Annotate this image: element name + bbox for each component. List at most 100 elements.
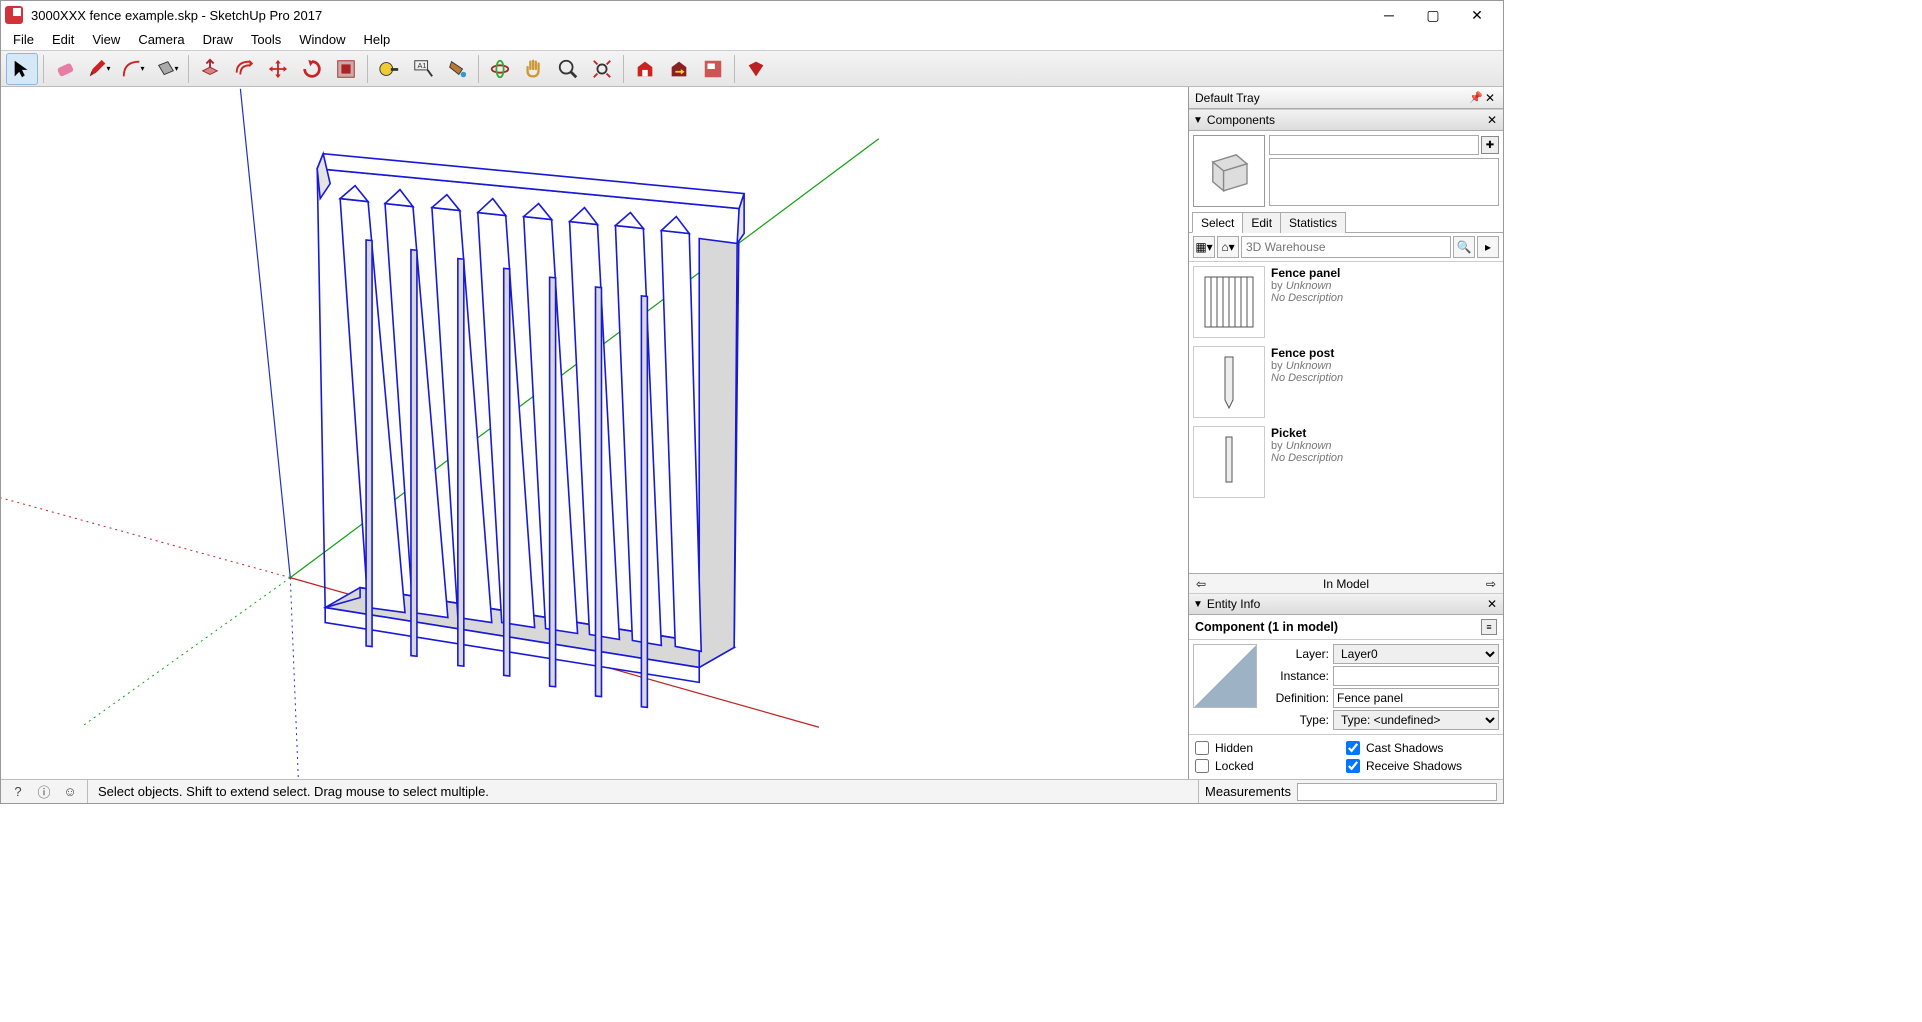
tab-select[interactable]: Select bbox=[1192, 212, 1243, 233]
tray-title: Default Tray bbox=[1195, 91, 1260, 105]
component-item[interactable]: Fence panel by Unknown No Description bbox=[1189, 262, 1503, 342]
statusbar: ? ⓘ ☺ Select objects. Shift to extend se… bbox=[1, 779, 1503, 803]
tray-header[interactable]: Default Tray 📌 ✕ bbox=[1189, 87, 1503, 109]
help-icon[interactable]: ? bbox=[9, 783, 27, 801]
chevron-down-icon: ▼ bbox=[1193, 599, 1203, 610]
locked-checkbox-label[interactable]: Locked bbox=[1195, 759, 1346, 773]
menu-help[interactable]: Help bbox=[356, 30, 399, 49]
person-icon[interactable]: ☺ bbox=[61, 783, 79, 801]
selected-component-thumbnail[interactable] bbox=[1193, 135, 1265, 207]
components-searchbar: ▦▾ ⌂▾ 🔍 ▸ bbox=[1189, 233, 1503, 262]
menu-edit[interactable]: Edit bbox=[44, 30, 82, 49]
menu-draw[interactable]: Draw bbox=[195, 30, 241, 49]
tool-ruby[interactable] bbox=[740, 53, 772, 85]
pin-icon[interactable]: 📌 bbox=[1469, 91, 1481, 104]
components-list[interactable]: Fence panel by Unknown No Description Fe… bbox=[1189, 262, 1503, 573]
menu-file[interactable]: File bbox=[5, 30, 42, 49]
tool-text[interactable]: A1 bbox=[407, 53, 439, 85]
component-thumbnail bbox=[1193, 266, 1265, 338]
hidden-checkbox-label[interactable]: Hidden bbox=[1195, 741, 1346, 755]
type-select[interactable]: Type: <undefined> bbox=[1333, 710, 1499, 730]
measurements-input[interactable] bbox=[1297, 783, 1497, 801]
menu-camera[interactable]: Camera bbox=[130, 30, 192, 49]
entity-details-toggle[interactable]: ≡ bbox=[1481, 619, 1497, 635]
tool-extension-warehouse[interactable] bbox=[663, 53, 695, 85]
tool-tape[interactable] bbox=[373, 53, 405, 85]
toolbar: ▾ ▾ ▾ A1 bbox=[1, 51, 1503, 87]
menubar: File Edit View Camera Draw Tools Window … bbox=[1, 29, 1503, 51]
tool-scale[interactable] bbox=[330, 53, 362, 85]
component-item[interactable]: Picket by Unknown No Description bbox=[1189, 422, 1503, 502]
entity-info-panel-close-icon[interactable]: ✕ bbox=[1487, 597, 1499, 611]
home-dropdown-button[interactable]: ⌂▾ bbox=[1217, 236, 1239, 258]
receive-shadows-checkbox[interactable] bbox=[1346, 759, 1360, 773]
chevron-down-icon: ▼ bbox=[1193, 115, 1203, 126]
layer-select[interactable]: Layer0 bbox=[1333, 644, 1499, 664]
maximize-button[interactable]: ▢ bbox=[1411, 1, 1455, 29]
tool-select[interactable] bbox=[6, 53, 38, 85]
component-description: No Description bbox=[1271, 372, 1499, 384]
info-icon[interactable]: ⓘ bbox=[35, 783, 53, 801]
tool-zoom[interactable] bbox=[552, 53, 584, 85]
entity-info-panel-title: Entity Info bbox=[1207, 597, 1260, 611]
menu-tools[interactable]: Tools bbox=[243, 30, 289, 49]
entity-summary-label: Component (1 in model) bbox=[1195, 620, 1481, 634]
tool-eraser[interactable] bbox=[49, 53, 81, 85]
component-name: Fence post bbox=[1271, 346, 1499, 360]
components-panel-close-icon[interactable]: ✕ bbox=[1487, 113, 1499, 127]
tool-move[interactable] bbox=[262, 53, 294, 85]
menu-window[interactable]: Window bbox=[291, 30, 353, 49]
tool-pencil[interactable]: ▾ bbox=[83, 53, 115, 85]
component-item[interactable]: Fence post by Unknown No Description bbox=[1189, 342, 1503, 422]
close-button[interactable]: ✕ bbox=[1455, 1, 1499, 29]
svg-text:A1: A1 bbox=[418, 61, 427, 70]
status-hint: Select objects. Shift to extend select. … bbox=[88, 784, 1198, 799]
tool-rotate[interactable] bbox=[296, 53, 328, 85]
viewport-3d[interactable] bbox=[1, 87, 1189, 779]
minimize-button[interactable]: ─ bbox=[1367, 1, 1411, 29]
tool-rectangle[interactable]: ▾ bbox=[151, 53, 183, 85]
warehouse-search-input[interactable] bbox=[1241, 236, 1451, 258]
component-thumbnail bbox=[1193, 346, 1265, 418]
receive-shadows-checkbox-label[interactable]: Receive Shadows bbox=[1346, 759, 1497, 773]
entity-info-panel: Component (1 in model) ≡ Layer: Layer0 I… bbox=[1189, 615, 1503, 779]
view-mode-button[interactable]: ▦▾ bbox=[1193, 236, 1215, 258]
component-author: by Unknown bbox=[1271, 280, 1499, 292]
tray-close-icon[interactable]: ✕ bbox=[1485, 91, 1497, 105]
entity-info-panel-header[interactable]: ▼ Entity Info ✕ bbox=[1189, 593, 1503, 615]
tool-pushpull[interactable] bbox=[194, 53, 226, 85]
material-swatch[interactable] bbox=[1193, 644, 1257, 708]
tool-offset[interactable] bbox=[228, 53, 260, 85]
hidden-checkbox[interactable] bbox=[1195, 741, 1209, 755]
component-name: Fence panel bbox=[1271, 266, 1499, 280]
layer-label: Layer: bbox=[1263, 647, 1333, 661]
component-name-input[interactable] bbox=[1269, 135, 1479, 155]
tab-statistics[interactable]: Statistics bbox=[1280, 212, 1346, 233]
tool-orbit[interactable] bbox=[484, 53, 516, 85]
components-panel-header[interactable]: ▼ Components ✕ bbox=[1189, 109, 1503, 131]
definition-input[interactable] bbox=[1333, 688, 1499, 708]
tool-pan[interactable] bbox=[518, 53, 550, 85]
nav-forward-button[interactable]: ⇨ bbox=[1479, 577, 1503, 591]
cast-shadows-checkbox[interactable] bbox=[1346, 741, 1360, 755]
tool-zoom-extents[interactable] bbox=[586, 53, 618, 85]
tool-layout[interactable] bbox=[697, 53, 729, 85]
window-title: 3000XXX fence example.skp - SketchUp Pro… bbox=[31, 8, 1367, 23]
tab-edit[interactable]: Edit bbox=[1242, 212, 1281, 233]
component-name: Picket bbox=[1271, 426, 1499, 440]
menu-view[interactable]: View bbox=[84, 30, 128, 49]
component-author: by Unknown bbox=[1271, 360, 1499, 372]
cast-shadows-checkbox-label[interactable]: Cast Shadows bbox=[1346, 741, 1497, 755]
component-add-button[interactable]: ✚ bbox=[1481, 136, 1499, 154]
instance-input[interactable] bbox=[1333, 666, 1499, 686]
search-button[interactable]: 🔍 bbox=[1453, 236, 1475, 258]
measurements-label: Measurements bbox=[1205, 784, 1291, 799]
nav-back-button[interactable]: ⇦ bbox=[1189, 577, 1213, 591]
locked-checkbox[interactable] bbox=[1195, 759, 1209, 773]
component-description-input[interactable] bbox=[1269, 158, 1499, 206]
instance-label: Instance: bbox=[1263, 669, 1333, 683]
tool-paint[interactable] bbox=[441, 53, 473, 85]
details-button[interactable]: ▸ bbox=[1477, 236, 1499, 258]
tool-arc[interactable]: ▾ bbox=[117, 53, 149, 85]
tool-warehouse[interactable] bbox=[629, 53, 661, 85]
